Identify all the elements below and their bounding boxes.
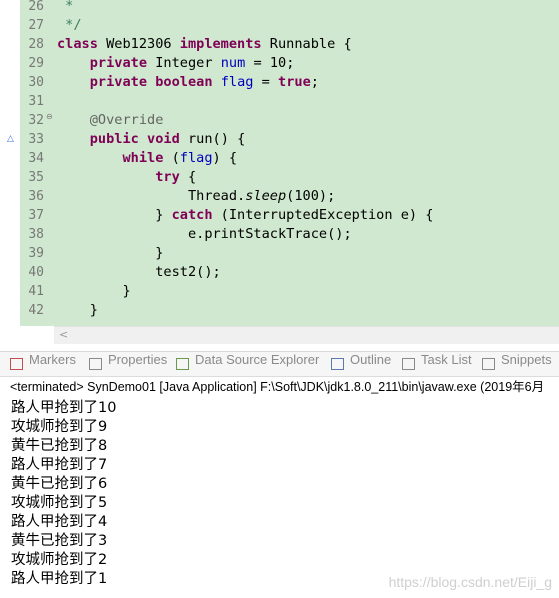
line-number: 29 (28, 56, 44, 71)
console-line: 攻城师抢到了2 (11, 552, 108, 568)
line-number: 40 (28, 265, 44, 280)
code-line: 34 while (flag) { (0, 149, 559, 168)
code-line: 29 private Integer num = 10; (0, 54, 559, 73)
snippets-icon (482, 358, 495, 370)
tab-label: Task List (421, 352, 472, 367)
watermark: https://blog.csdn.net/Eiji_g (388, 574, 552, 590)
code-text: e.printStackTrace(); (57, 226, 352, 242)
console-status-line: <terminated> SynDemo01 [Java Application… (10, 380, 545, 394)
line-number: 36 (28, 189, 44, 204)
horizontal-scrollbar[interactable]: < (54, 326, 559, 344)
code-text: try { (155, 169, 197, 185)
override-marker-icon[interactable]: △ (7, 134, 14, 144)
code-line: 27 */ (0, 16, 559, 35)
code-text: } catch (InterruptedException e) { (57, 207, 434, 223)
code-line: 35 try { (0, 168, 559, 187)
code-text: } (57, 283, 131, 299)
line-number: 39 (28, 246, 44, 261)
code-line: 33 public void run() { △ (0, 130, 559, 149)
line-number: 35 (28, 170, 44, 185)
line-number: 37 (28, 208, 44, 223)
code-text: } (57, 302, 98, 318)
console-line: 路人甲抢到了10 (11, 400, 117, 416)
console-line: 黄牛已抢到了3 (11, 533, 108, 549)
outline-icon (331, 358, 344, 370)
markers-icon (10, 358, 23, 370)
code-line: 38 e.printStackTrace(); (0, 225, 559, 244)
line-number: 31 (28, 94, 44, 109)
code-line: 30 private boolean flag = true; (0, 73, 559, 92)
task-list-icon (402, 358, 415, 370)
code-text: } (57, 245, 164, 261)
code-line: 32 @Override ⊖ (0, 111, 559, 130)
code-line: 40 test2(); (0, 263, 559, 282)
console-line: 路人甲抢到了7 (11, 457, 108, 473)
code-text: while (flag) { (122, 150, 238, 166)
code-editor[interactable]: 26 * 27 */28 class Web12306 implements Run… (0, 0, 559, 344)
code-text: test2(); (57, 264, 221, 280)
line-number: 28 (28, 37, 44, 52)
code-text: private Integer num = 10; (89, 55, 295, 71)
data-source-icon (176, 358, 189, 370)
tab-label: Properties (108, 352, 168, 367)
line-number: 42 (28, 303, 44, 318)
code-line: 28 class Web12306 implements Runnable { (0, 35, 559, 54)
code-text: Thread.sleep(100); (57, 188, 336, 204)
line-number: 38 (28, 227, 44, 242)
tab-label: Data Source Explorer (195, 352, 320, 367)
line-number: 27 (28, 18, 44, 33)
console-line: 黄牛已抢到了6 (11, 476, 108, 492)
code-line: 37 } catch (InterruptedException e) { (0, 206, 559, 225)
code-line: 36 Thread.sleep(100); (0, 187, 559, 206)
code-text: private boolean flag = true; (89, 74, 319, 90)
code-text: * (57, 0, 74, 14)
code-line: 41 } (0, 282, 559, 301)
code-line: 42 } (0, 301, 559, 320)
code-line: 39 } (0, 244, 559, 263)
code-text: public void run() { (89, 131, 246, 147)
code-text: @Override (89, 112, 164, 128)
line-number: 41 (28, 284, 44, 299)
tab-label: Markers (29, 352, 76, 367)
code-text: */ (57, 17, 82, 33)
console-line: 攻城师抢到了9 (11, 419, 108, 435)
console-line: 黄牛已抢到了8 (11, 438, 108, 454)
properties-icon (89, 358, 102, 370)
line-number: 32 (28, 113, 44, 128)
view-tab-bar: Markers Properties Data Source Explorer Out… (0, 351, 559, 377)
console-line: 攻城师抢到了5 (11, 495, 108, 511)
line-number: 26 (28, 0, 44, 14)
line-number: 33 (28, 132, 44, 147)
console-line: 路人甲抢到了4 (11, 514, 108, 530)
code-text: class Web12306 implements Runnable { (57, 36, 352, 52)
line-number: 30 (28, 75, 44, 90)
tab-label: Outline (350, 352, 392, 367)
tab-label: Snippets (501, 352, 552, 367)
code-line: 26 * (0, 0, 559, 16)
console-line: 路人甲抢到了1 (11, 571, 108, 587)
fold-toggle-icon[interactable]: ⊖ (46, 112, 53, 121)
line-number: 34 (28, 151, 44, 166)
scroll-left-icon[interactable]: < (59, 327, 68, 342)
console-output: 路人甲抢到了10 攻城师抢到了9 黄牛已抢到了8 路人甲抢到了7 黄牛已抢到了6 攻城师抢… (11, 396, 117, 587)
code-line: 31 (0, 92, 559, 111)
